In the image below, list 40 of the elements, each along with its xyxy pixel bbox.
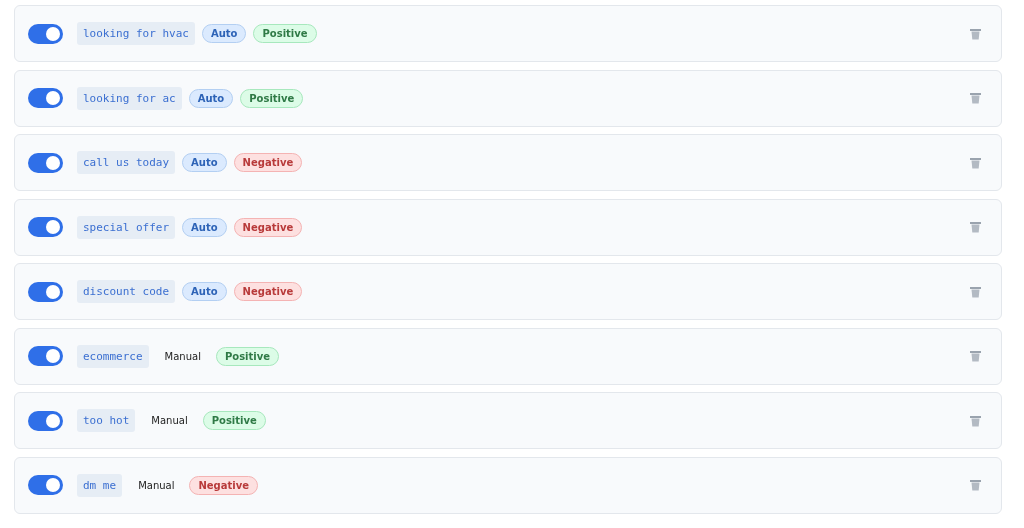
sentiment-tag: Positive xyxy=(215,346,280,366)
mode-tag: Auto xyxy=(201,24,247,43)
trash-icon[interactable] xyxy=(970,479,981,491)
toggle-switch[interactable] xyxy=(28,410,63,431)
keyword-phrase: too hot xyxy=(77,409,136,432)
keyword-phrase: ecommerce xyxy=(77,344,149,368)
sentiment-tag: Negative xyxy=(189,475,259,495)
toggle-switch[interactable] xyxy=(28,152,63,173)
sentiment-tag: Positive xyxy=(202,411,266,430)
trash-icon[interactable] xyxy=(970,414,981,427)
keyword-phrase: discount code xyxy=(77,280,176,303)
trash-icon[interactable] xyxy=(970,285,981,298)
trash-icon[interactable] xyxy=(970,221,981,233)
trash-icon[interactable] xyxy=(970,350,981,362)
toggle-switch[interactable] xyxy=(28,88,63,108)
mode-label: Manual xyxy=(164,350,201,362)
sentiment-tag: Positive xyxy=(253,24,317,43)
mode-tag: Auto xyxy=(182,153,227,172)
mode-tag: Auto xyxy=(188,88,234,108)
keyword-phrase: special offer xyxy=(77,215,176,239)
mode-label: Manual xyxy=(151,415,188,426)
sentiment-tag: Negative xyxy=(233,153,303,172)
toggle-switch[interactable] xyxy=(28,217,63,237)
mode-tag: Auto xyxy=(182,282,227,301)
keyword-phrase: looking for hvac xyxy=(77,22,195,45)
sentiment-tag: Positive xyxy=(240,88,304,108)
trash-icon[interactable] xyxy=(970,92,981,104)
keyword-phrase: looking for ac xyxy=(77,86,182,110)
toggle-switch[interactable] xyxy=(28,346,63,366)
mode-tag: Auto xyxy=(182,217,227,237)
keyword-phrase: dm me xyxy=(77,473,123,497)
trash-icon[interactable] xyxy=(970,27,981,40)
toggle-switch[interactable] xyxy=(28,23,63,44)
sentiment-tag: Negative xyxy=(233,217,303,237)
sentiment-tag: Negative xyxy=(233,282,303,301)
toggle-switch[interactable] xyxy=(28,475,63,495)
mode-label: Manual xyxy=(138,479,175,491)
trash-icon[interactable] xyxy=(970,156,981,169)
keyword-phrase: call us today xyxy=(77,151,176,174)
toggle-switch[interactable] xyxy=(28,281,63,302)
